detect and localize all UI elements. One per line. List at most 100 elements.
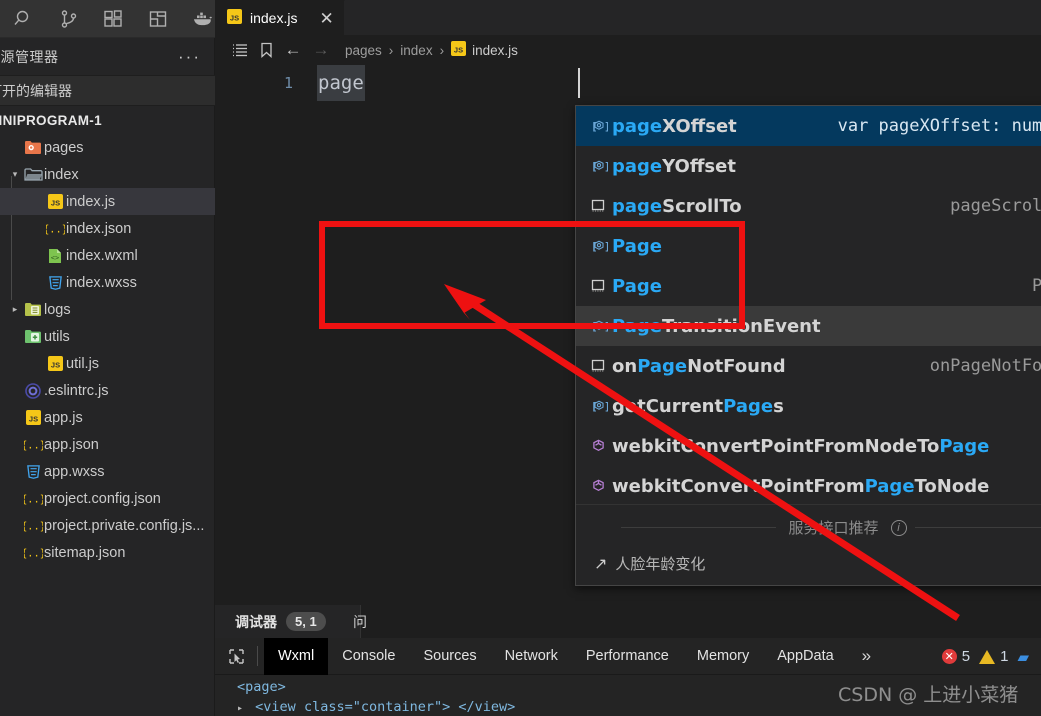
- suggest-item[interactable]: webkitConvertPointFromNodeToPage: [576, 426, 1041, 466]
- sidebar-header: 资源管理器 ···: [0, 38, 215, 75]
- editor-tab-label: index.js: [250, 10, 298, 26]
- file-tree-item-label: index.wxml: [66, 247, 138, 264]
- file-tree-item-project-private-config-js-[interactable]: {..}project.private.config.js...: [0, 512, 215, 539]
- svg-text:]: ]: [604, 160, 608, 173]
- suggest-item-label: getCurrentPages: [612, 396, 784, 417]
- suggest-item-suffix: ScrollTo: [662, 195, 742, 217]
- breadcrumb-item-index-js[interactable]: JS index.js: [451, 41, 518, 59]
- file-tree-item-app-json[interactable]: {..}app.json: [0, 431, 215, 458]
- nav-forward-arrow[interactable]: →: [307, 39, 335, 61]
- open-editors-label: 打开的编辑器: [0, 82, 72, 99]
- bookmark-icon[interactable]: [253, 39, 279, 61]
- wxml-node-page[interactable]: <page>: [237, 679, 286, 695]
- suggest-item[interactable]: onPageNotFoundonPageNotFound: [576, 346, 1041, 386]
- warning-icon[interactable]: [979, 649, 996, 664]
- devtools-tab-memory[interactable]: Memory: [683, 638, 763, 675]
- suggest-item-prefix: page: [612, 195, 663, 217]
- docker-icon[interactable]: [190, 6, 215, 32]
- suggest-item[interactable]: []PageTransitionEvent: [576, 306, 1041, 346]
- file-tree-item-utils[interactable]: utils: [0, 323, 215, 350]
- file-tree-item--eslintrc-js[interactable]: .eslintrc.js: [0, 377, 215, 404]
- devtools-tab-wxml[interactable]: Wxml: [264, 637, 329, 675]
- error-icon[interactable]: ✕: [941, 649, 957, 664]
- devtools-tab-performance[interactable]: Performance: [572, 638, 683, 675]
- list-outline-icon[interactable]: [227, 39, 253, 61]
- file-tree-item-label: index.wxss: [66, 274, 137, 291]
- file-tree-item-index-js[interactable]: JS index.js: [0, 188, 215, 215]
- js-file-icon: JS: [44, 194, 66, 209]
- devtools-tab-console[interactable]: Console: [328, 638, 409, 675]
- remote-explorer-icon[interactable]: [146, 6, 171, 32]
- suggest-item-suffix: YOffset: [662, 155, 736, 177]
- suggest-item-suffix: s: [773, 395, 784, 417]
- source-control-icon[interactable]: [57, 6, 82, 32]
- file-tree-item-sitemap-json[interactable]: {..}sitemap.json: [0, 539, 215, 566]
- wxml-tree: <page> ▸ <view class="container"> </view…: [215, 675, 1041, 716]
- suggest-item[interactable]: Page Page: [576, 266, 1041, 306]
- activity-bar: [0, 0, 215, 38]
- breadcrumb-item-label: index.js: [472, 42, 518, 58]
- file-tree-item-app-wxss[interactable]: app.wxss: [0, 458, 215, 485]
- wxml-node-view[interactable]: ▸ <view class="container"> </view>: [237, 699, 515, 715]
- file-tree-item-label: index.json: [66, 220, 132, 237]
- file-tree-item-index-wxml[interactable]: <> index.wxml: [0, 242, 215, 269]
- line-number: 1: [283, 74, 293, 92]
- svg-text:JS: JS: [50, 198, 59, 207]
- extensions-icon[interactable]: [101, 6, 126, 32]
- suggest-item[interactable]: []Page: [576, 226, 1041, 266]
- inspect-element-icon[interactable]: [215, 638, 257, 675]
- devtools-tab-appdata[interactable]: AppData: [763, 638, 847, 675]
- devtools-tabs: Wxml Console Sources Network Performance Memo…: [264, 637, 848, 675]
- service-recommendation-item[interactable]: ↗ 人脸年龄变化: [594, 553, 705, 574]
- file-tree-item-index-wxss[interactable]: index.wxss: [0, 269, 215, 296]
- chevron-down-icon[interactable]: ▾: [8, 169, 22, 180]
- debugger-tab[interactable]: 调试器: [235, 612, 277, 641]
- message-icon[interactable]: ▰: [1017, 648, 1029, 666]
- devtools-overflow-icon[interactable]: »: [848, 646, 885, 666]
- js-file-icon: JS: [22, 410, 44, 425]
- suggest-item-suffix: TransitionEvent: [661, 315, 821, 337]
- devtools-tab-network[interactable]: Network: [491, 638, 572, 675]
- autocomplete-suggest-widget[interactable]: []pageXOffsetvar pageXOffset: number[]pa…: [575, 105, 1041, 586]
- search-icon[interactable]: [12, 6, 37, 32]
- file-tree-item-label: project.private.config.js...: [44, 517, 205, 534]
- breadcrumb-item-index[interactable]: index: [400, 43, 432, 58]
- file-tree-item-logs[interactable]: ▸ logs: [0, 296, 215, 323]
- devtools-status: ✕ 5 1 ▰: [941, 638, 1029, 675]
- project-root-row[interactable]: MINIPROGRAM-1: [0, 107, 215, 134]
- suggest-item-prefix: Page: [612, 275, 662, 297]
- close-icon[interactable]: ✕: [319, 10, 333, 27]
- suggest-item[interactable]: []getCurrentPages: [576, 386, 1041, 426]
- problems-tab-partial[interactable]: 问: [353, 612, 367, 632]
- chevron-right-icon[interactable]: ▸: [237, 703, 243, 714]
- method-icon: [586, 438, 612, 454]
- suggest-item-label: pageScrollTo: [612, 196, 742, 217]
- folder-utils-icon: [22, 329, 44, 344]
- file-tree-item-index-json[interactable]: {..}index.json: [0, 215, 215, 242]
- editor-tab-index-js[interactable]: JS index.js ✕: [215, 0, 345, 35]
- info-icon[interactable]: i: [890, 519, 907, 536]
- chevron-right-icon[interactable]: ▸: [8, 304, 22, 315]
- json-file-icon: {..}: [44, 221, 66, 236]
- file-tree-item-index[interactable]: ▾ index: [0, 161, 215, 188]
- open-editors-section[interactable]: 打开的编辑器: [0, 75, 215, 106]
- suggest-item[interactable]: []pageYOffset: [576, 146, 1041, 186]
- suggest-item-prefix: getCurrent: [612, 395, 724, 417]
- file-tree-item-pages[interactable]: pages: [0, 134, 215, 161]
- breadcrumb-item-pages[interactable]: pages: [345, 43, 382, 58]
- file-tree-item-label: index.js: [66, 193, 116, 210]
- devtools-tabbar: Wxml Console Sources Network Performance Memo…: [215, 637, 1041, 675]
- suggest-item[interactable]: pageScrollTopageScrollTo: [576, 186, 1041, 226]
- suggest-item[interactable]: []pageXOffset var pageXOffset: number: [576, 106, 1041, 146]
- file-tree-item-label: index: [44, 166, 79, 183]
- suggest-item-match: Page: [864, 475, 915, 497]
- file-tree-item-util-js[interactable]: JS util.js: [0, 350, 215, 377]
- nav-back-arrow[interactable]: ←: [279, 39, 307, 61]
- css-file-icon: [22, 464, 44, 479]
- file-tree-item-project-config-json[interactable]: {..}project.config.json: [0, 485, 215, 512]
- warning-count: 1: [1000, 648, 1009, 665]
- devtools-tab-sources[interactable]: Sources: [409, 638, 490, 675]
- file-tree-item-app-js[interactable]: JS app.js: [0, 404, 215, 431]
- sidebar-more-actions[interactable]: ···: [178, 48, 201, 65]
- suggest-item[interactable]: webkitConvertPointFromPageToNode: [576, 466, 1041, 506]
